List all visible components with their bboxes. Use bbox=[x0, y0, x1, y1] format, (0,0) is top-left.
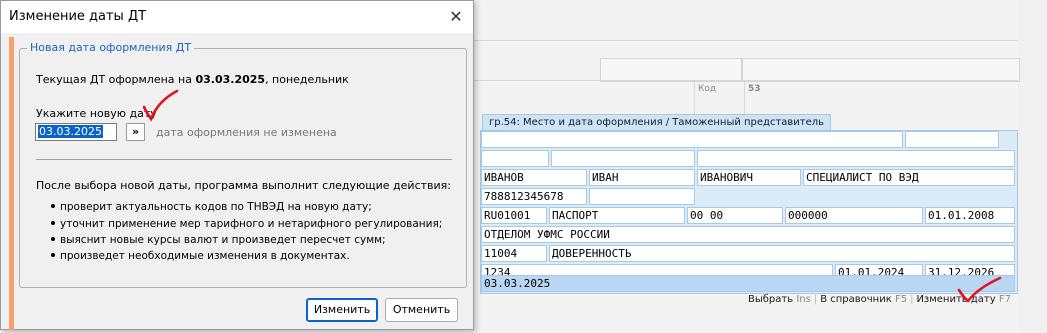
change-date-dialog: Изменение даты ДТ ✕ Новая дата оформлени… bbox=[0, 0, 474, 330]
current-date-value: 03.03.2025 bbox=[195, 73, 266, 86]
doc-series-cell[interactable]: 00 00 bbox=[687, 207, 783, 224]
issued-by-cell[interactable]: ОТДЕЛОМ УФМС РОССИИ bbox=[481, 226, 1015, 243]
divider bbox=[36, 159, 452, 160]
code-value: 53 bbox=[748, 84, 761, 94]
auth-code-cell[interactable]: 11004 bbox=[481, 245, 547, 262]
list-item: уточнит применение мер тарифного и нетар… bbox=[51, 218, 442, 230]
position-cell[interactable]: СПЕЦИАЛИСТ ПО ВЭД bbox=[803, 169, 1015, 186]
phone-cell[interactable]: 788812345678 bbox=[481, 188, 587, 205]
form-divider bbox=[744, 82, 745, 114]
check-mark-icon bbox=[142, 89, 179, 122]
new-date-label: Укажите новую дату bbox=[36, 107, 157, 120]
form-field[interactable] bbox=[742, 58, 1020, 82]
doc-number-cell[interactable]: 000000 bbox=[785, 207, 923, 224]
check-mark-icon bbox=[957, 276, 1002, 303]
new-date-input[interactable]: 03.03.2025 bbox=[35, 123, 117, 141]
form-divider bbox=[470, 80, 1018, 81]
reference-hint[interactable]: В справочник F5 bbox=[820, 294, 907, 305]
auth-name-cell[interactable]: ДОВЕРЕННОСТЬ bbox=[549, 245, 1015, 262]
close-icon[interactable]: ✕ bbox=[445, 6, 467, 28]
doc-name-cell[interactable]: ПАСПОРТ bbox=[549, 207, 685, 224]
groupbox-legend: Новая дата оформления ДТ bbox=[27, 41, 195, 54]
doc-date-cell[interactable]: 01.01.2008 bbox=[925, 207, 1015, 224]
grid-cell[interactable] bbox=[905, 131, 999, 148]
last-name-cell[interactable]: ИВАНОВ bbox=[481, 169, 587, 186]
list-item: проверит актуальность кодов по ТНВЭД на … bbox=[51, 201, 372, 213]
change-button[interactable]: Изменить bbox=[306, 298, 378, 322]
group-54-grid: ИВАНОВ ИВАН ИВАНОВИЧ СПЕЦИАЛИСТ ПО ВЭД 7… bbox=[480, 130, 1018, 294]
grid-cell[interactable] bbox=[697, 150, 1015, 167]
first-name-cell[interactable]: ИВАН bbox=[589, 169, 695, 186]
select-hint[interactable]: Выбрать Ins bbox=[748, 294, 811, 305]
grid-cell[interactable] bbox=[481, 131, 903, 148]
form-divider bbox=[470, 40, 1018, 41]
grid-cell[interactable] bbox=[551, 150, 695, 167]
grid-cell[interactable] bbox=[481, 150, 549, 167]
dialog-title: Изменение даты ДТ bbox=[9, 9, 147, 24]
actions-heading: После выбора новой даты, программа выпол… bbox=[36, 179, 451, 192]
form-field[interactable] bbox=[600, 58, 742, 82]
list-item: произведет необходимые изменения в докум… bbox=[51, 250, 350, 262]
patronymic-cell[interactable]: ИВАНОВИЧ bbox=[697, 169, 801, 186]
current-date-text: Текущая ДТ оформлена на 03.03.2025, поне… bbox=[36, 73, 349, 86]
apply-date-button[interactable]: » bbox=[126, 123, 145, 141]
group-54-title: гр.54: Место и дата оформления / Таможен… bbox=[482, 114, 832, 131]
accent-bar bbox=[9, 37, 14, 330]
form-divider bbox=[694, 82, 695, 114]
list-item: выяснит новые курсы валют и произведет п… bbox=[51, 234, 386, 246]
date-unchanged-note: дата оформления не изменена bbox=[156, 126, 337, 139]
declaration-date-cell[interactable]: 03.03.2025 bbox=[481, 275, 1015, 292]
grid-cell[interactable] bbox=[589, 188, 695, 205]
code-label: Код bbox=[698, 84, 717, 94]
cancel-button[interactable]: Отменить bbox=[385, 298, 458, 322]
doc-code-cell[interactable]: RU01001 bbox=[481, 207, 547, 224]
